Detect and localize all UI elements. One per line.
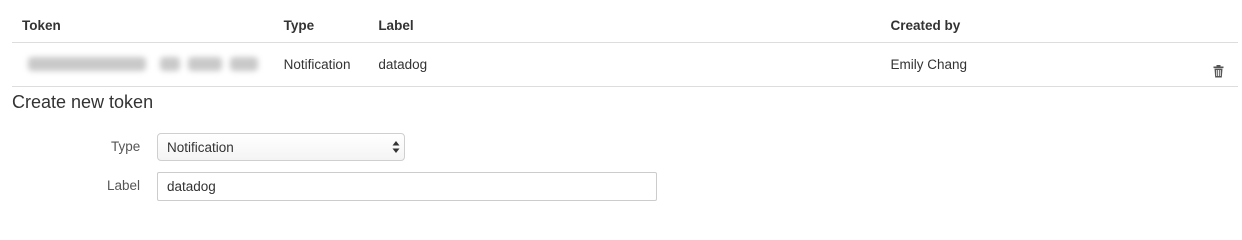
header-type: Type [283, 8, 379, 43]
header-actions [1198, 8, 1238, 43]
token-created-by-cell: Emily Chang [890, 42, 1199, 87]
type-field-label: Type [111, 139, 141, 154]
table-header-row: Token Type Label Created by [12, 8, 1238, 43]
header-created-by: Created by [890, 8, 1199, 43]
header-token: Token [12, 8, 284, 43]
type-select-value: Notification [167, 140, 234, 155]
label-input[interactable] [157, 172, 657, 201]
tokens-table: Token Type Label Created by Notification [12, 8, 1238, 87]
trash-icon[interactable] [1213, 64, 1224, 81]
create-token-title: Create new token [12, 92, 154, 112]
token-cell [12, 42, 284, 87]
label-field-label: Label [107, 178, 141, 193]
token-label-cell: datadog [378, 42, 891, 87]
form-row-label: Label [0, 172, 680, 202]
form-row-type: Type Notification [0, 133, 680, 163]
tokens-page: Token Type Label Created by Notification [0, 0, 1242, 207]
header-label: Label [378, 8, 891, 43]
redacted-token [22, 57, 258, 71]
table-row: Notification datadog Emily Chang [12, 42, 1238, 87]
actions-cell [1198, 42, 1238, 87]
type-select[interactable]: Notification [157, 133, 405, 161]
token-type-cell: Notification [283, 42, 379, 87]
select-arrows-icon [392, 140, 400, 154]
